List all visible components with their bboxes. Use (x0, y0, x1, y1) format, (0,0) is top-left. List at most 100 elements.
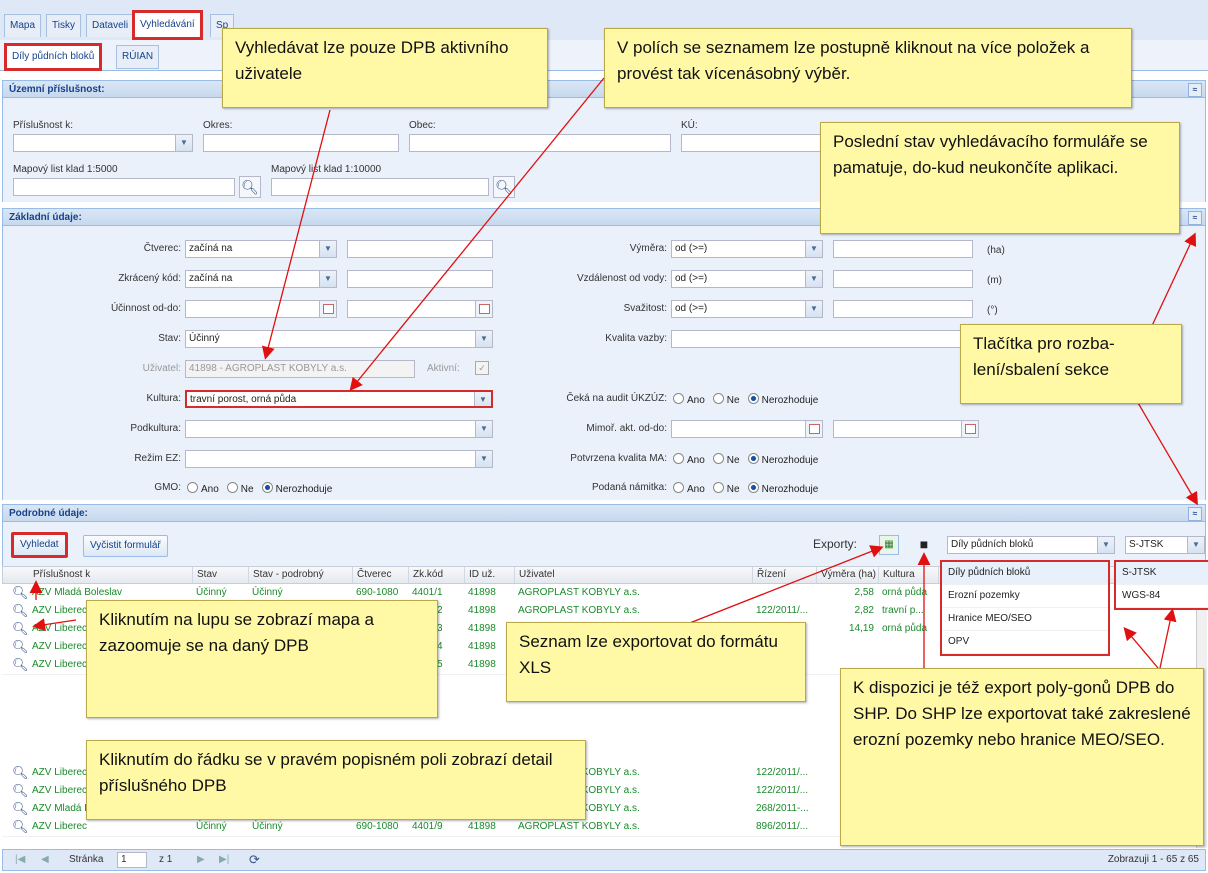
save-icon[interactable]: ■ (915, 535, 933, 553)
chevron-down-icon[interactable]: ▼ (474, 392, 491, 406)
rezim-ez-select[interactable]: ▼ (185, 450, 493, 468)
prev-page-icon[interactable]: ◀ (41, 854, 49, 865)
tab-mapa[interactable]: Mapa (4, 14, 42, 37)
svazitost-input[interactable] (833, 300, 973, 318)
radio-ano[interactable] (673, 393, 684, 404)
next-page-icon[interactable]: ▶ (197, 854, 205, 865)
kvalita-vazby-select[interactable] (671, 330, 961, 348)
mimor-do-input[interactable] (833, 420, 979, 438)
audit-label: Čeká na audit ÚKZÚZ: (566, 393, 667, 404)
col-id[interactable]: ID už. (465, 567, 515, 583)
radio-ne[interactable] (712, 482, 724, 493)
zkraceny-kod-input[interactable] (347, 270, 493, 288)
radio-ano[interactable] (673, 482, 684, 493)
obec-input[interactable] (409, 134, 671, 152)
page-input[interactable]: 1 (117, 852, 147, 868)
col-vymera[interactable]: Výměra (ha) (817, 567, 879, 583)
gmo-radio-group[interactable]: Ano Ne Nerozhoduje (179, 482, 332, 495)
chevron-down-icon[interactable]: ▼ (475, 331, 492, 347)
podkultura-select[interactable]: ▼ (185, 420, 493, 438)
radio-ne[interactable] (226, 482, 238, 493)
search-icon[interactable]: 🔍︎ (493, 176, 515, 198)
layer-option[interactable]: Erozní pozemky (942, 585, 1108, 608)
calendar-icon[interactable] (475, 301, 492, 317)
layer-option[interactable]: Díly půdních bloků (942, 562, 1108, 585)
prislusnost-select[interactable]: ▼ (13, 134, 193, 152)
chevron-down-icon[interactable]: ▼ (475, 451, 492, 467)
col-prislusnost[interactable]: Příslušnost k (3, 567, 193, 583)
radio-ano[interactable] (673, 453, 684, 464)
podana-radio-group[interactable]: Ano Ne Nerozhoduje (665, 482, 818, 495)
ctverec-input[interactable] (347, 240, 493, 258)
subtab-ruian[interactable]: RÚIAN (116, 45, 160, 69)
mapovy-list-5000-input[interactable] (13, 178, 235, 196)
vymera-mode-select[interactable]: od (>=) ▼ (671, 240, 823, 258)
ucinnost-do-input[interactable] (347, 300, 493, 318)
srs-option[interactable]: S-JTSK (1116, 562, 1208, 585)
chevron-down-icon[interactable]: ▼ (319, 271, 336, 287)
first-page-icon[interactable]: |◀ (15, 854, 25, 865)
radio-nerozhoduje[interactable] (261, 482, 273, 493)
radio-nerozhoduje[interactable] (747, 393, 759, 404)
mapovy-list-10000-input[interactable] (271, 178, 489, 196)
export-srs-select[interactable]: S-JTSK ▼ (1125, 536, 1205, 554)
vzdalenost-input[interactable] (833, 270, 973, 288)
export-layer-select[interactable]: Díly půdních bloků ▼ (947, 536, 1115, 554)
kultura-select[interactable]: travní porost, orná půda ▼ (185, 390, 493, 408)
okres-input[interactable] (203, 134, 399, 152)
svazitost-mode-select[interactable]: od (>=) ▼ (671, 300, 823, 318)
mimor-od-input[interactable] (671, 420, 823, 438)
vymera-input[interactable] (833, 240, 973, 258)
display-count: Zobrazuji 1 - 65 z 65 (1107, 854, 1199, 865)
zkraceny-kod-mode-select[interactable]: začíná na ▼ (185, 270, 337, 288)
vyhledat-button[interactable]: Vyhledat (11, 532, 68, 558)
last-page-icon[interactable]: ▶| (219, 854, 229, 865)
radio-ne[interactable] (712, 453, 724, 464)
collapse-uzemni-icon[interactable]: ≈ (1188, 83, 1202, 97)
col-ctverec[interactable]: Čtverec (353, 567, 409, 583)
ku-input[interactable] (681, 134, 831, 152)
subtab-dily-pudnich-bloku[interactable]: Díly půdních bloků (4, 43, 103, 71)
col-rizeni[interactable]: Řízení (753, 567, 817, 583)
calendar-icon[interactable] (961, 421, 978, 437)
vzdalenost-mode-select[interactable]: od (>=) ▼ (671, 270, 823, 288)
radio-nerozhoduje[interactable] (747, 453, 759, 464)
ctverec-mode-select[interactable]: začíná na ▼ (185, 240, 337, 258)
svazitost-label: Svažitost: (623, 303, 667, 314)
chevron-down-icon[interactable]: ▼ (1097, 537, 1114, 553)
tab-dataveli[interactable]: Dataveli (86, 14, 135, 37)
chevron-down-icon[interactable]: ▼ (175, 135, 192, 151)
excel-export-icon[interactable]: ▦ (879, 535, 899, 555)
chevron-down-icon[interactable]: ▼ (1187, 537, 1204, 553)
potvrzena-radio-group[interactable]: Ano Ne Nerozhoduje (665, 453, 818, 466)
chevron-down-icon[interactable]: ▼ (805, 301, 822, 317)
audit-radio-group[interactable]: Ano Ne Nerozhoduje (665, 393, 818, 406)
chevron-down-icon[interactable]: ▼ (319, 241, 336, 257)
collapse-zakladni-icon[interactable]: ≈ (1188, 211, 1202, 225)
radio-ano[interactable] (187, 482, 198, 493)
col-stav-podrobny[interactable]: Stav - podrobný (249, 567, 353, 583)
vycistit-button[interactable]: Vyčistit formulář (83, 535, 168, 557)
expand-podrobne-icon[interactable]: ≈ (1188, 507, 1202, 521)
col-uzivatel[interactable]: Uživatel (515, 567, 753, 583)
srs-option[interactable]: WGS-84 (1116, 585, 1208, 608)
chevron-down-icon[interactable]: ▼ (805, 241, 822, 257)
col-stav[interactable]: Stav (193, 567, 249, 583)
layer-option[interactable]: OPV (942, 631, 1108, 654)
radio-nerozhoduje[interactable] (747, 482, 759, 493)
radio-ne[interactable] (712, 393, 724, 404)
search-icon[interactable]: 🔍︎ (239, 176, 261, 198)
refresh-icon[interactable]: ⟳ (249, 852, 260, 868)
tab-vyhledavani[interactable]: Vyhledávání (132, 10, 203, 40)
layer-option[interactable]: Hranice MEO/SEO (942, 608, 1108, 631)
cell-podrobny: Účinný (252, 821, 283, 832)
col-kultura[interactable]: Kultura (879, 567, 939, 583)
calendar-icon[interactable] (805, 421, 822, 437)
chevron-down-icon[interactable]: ▼ (475, 421, 492, 437)
calendar-icon[interactable] (319, 301, 336, 317)
chevron-down-icon[interactable]: ▼ (805, 271, 822, 287)
tab-tisky[interactable]: Tisky (46, 14, 81, 37)
stav-select[interactable]: Účinný ▼ (185, 330, 493, 348)
col-zkod[interactable]: Zk.kód (409, 567, 465, 583)
ucinnost-od-input[interactable] (185, 300, 337, 318)
